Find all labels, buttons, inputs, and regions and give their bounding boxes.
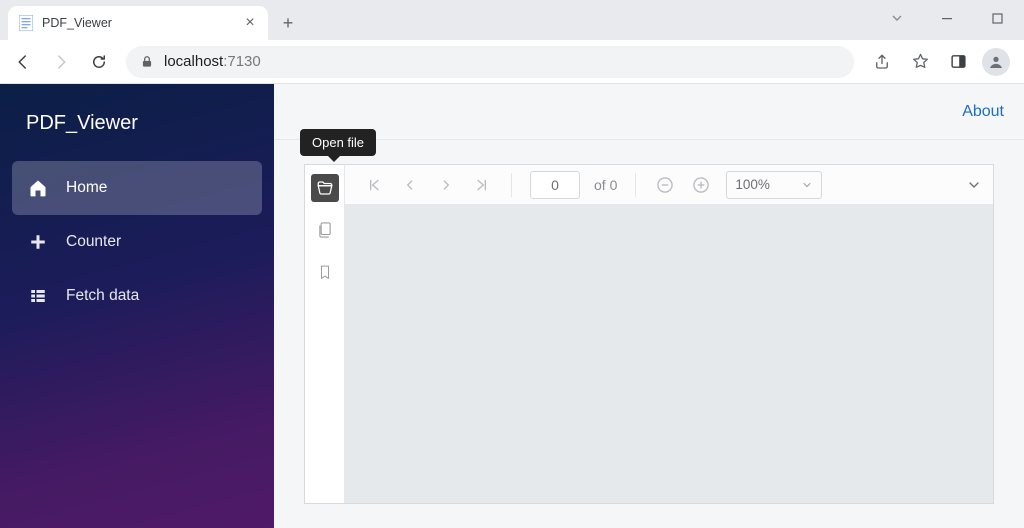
window-minimize-icon[interactable] xyxy=(924,6,970,30)
toolbar-separator xyxy=(635,173,636,197)
window-maximize-icon[interactable] xyxy=(974,6,1020,30)
sidebar-item-label: Fetch data xyxy=(66,287,139,305)
first-page-button[interactable] xyxy=(363,174,385,196)
address-bar[interactable]: localhost:7130 xyxy=(126,46,854,78)
page-of-label: of 0 xyxy=(594,177,617,193)
browser-chrome: PDF_Viewer × + localhost:7130 xyxy=(0,0,1024,84)
forward-button[interactable] xyxy=(44,45,78,79)
window-controls xyxy=(874,6,1020,30)
page-thumbnails-icon[interactable] xyxy=(311,216,339,244)
sidebar-item-label: Home xyxy=(66,179,107,197)
window-dropdown-icon[interactable] xyxy=(874,6,920,30)
bookmark-star-icon[interactable] xyxy=(902,45,938,79)
tab-strip: PDF_Viewer × + xyxy=(0,0,1024,40)
pdf-viewer: of 0 100% xyxy=(304,164,994,504)
content-area: About xyxy=(274,84,1024,528)
tab-favicon xyxy=(18,15,34,31)
pdf-toolbar: of 0 100% xyxy=(345,165,993,205)
content-topbar: About xyxy=(274,84,1024,140)
back-button[interactable] xyxy=(6,45,40,79)
chevron-down-icon xyxy=(801,179,813,191)
bookmark-panel-icon[interactable] xyxy=(311,258,339,286)
plus-icon xyxy=(28,232,48,252)
app: PDF_Viewer Home Counter Fetch data About xyxy=(0,84,1024,528)
zoom-select[interactable]: 100% xyxy=(726,171,822,199)
share-icon[interactable] xyxy=(864,45,900,79)
sidebar: PDF_Viewer Home Counter Fetch data xyxy=(0,84,274,528)
sidebar-item-counter[interactable]: Counter xyxy=(12,215,262,269)
pdf-main-pane: of 0 100% xyxy=(345,165,993,503)
lock-icon xyxy=(140,55,154,69)
browser-right-icons xyxy=(864,45,1018,79)
pdf-canvas[interactable] xyxy=(345,205,993,503)
browser-tab[interactable]: PDF_Viewer × xyxy=(8,6,268,40)
open-file-tooltip: Open file xyxy=(300,129,376,156)
pdf-side-tools xyxy=(305,165,345,503)
zoom-out-button[interactable] xyxy=(654,174,676,196)
page-number-input[interactable] xyxy=(530,171,580,199)
list-icon xyxy=(28,286,48,306)
new-tab-button[interactable]: + xyxy=(274,9,302,37)
zoom-in-button[interactable] xyxy=(690,174,712,196)
home-icon xyxy=(28,178,48,198)
app-brand: PDF_Viewer xyxy=(0,94,274,161)
side-panel-icon[interactable] xyxy=(940,45,976,79)
profile-avatar[interactable] xyxy=(978,45,1014,79)
sidebar-item-label: Counter xyxy=(66,233,121,251)
sidebar-item-fetch-data[interactable]: Fetch data xyxy=(12,269,262,323)
zoom-value: 100% xyxy=(735,177,770,192)
tab-close-icon[interactable]: × xyxy=(242,15,258,31)
reload-button[interactable] xyxy=(82,45,116,79)
next-page-button[interactable] xyxy=(435,174,457,196)
sidebar-nav: Home Counter Fetch data xyxy=(0,161,274,323)
url-text: localhost:7130 xyxy=(164,53,261,70)
open-file-button[interactable] xyxy=(311,174,339,202)
sidebar-item-home[interactable]: Home xyxy=(12,161,262,215)
toolbar-separator xyxy=(511,173,512,197)
browser-nav-row: localhost:7130 xyxy=(0,40,1024,84)
last-page-button[interactable] xyxy=(471,174,493,196)
about-link[interactable]: About xyxy=(962,103,1004,121)
tab-title: PDF_Viewer xyxy=(42,16,234,30)
pdf-viewer-wrap: of 0 100% xyxy=(274,140,1024,528)
prev-page-button[interactable] xyxy=(399,174,421,196)
toolbar-expand-icon[interactable] xyxy=(963,174,985,196)
